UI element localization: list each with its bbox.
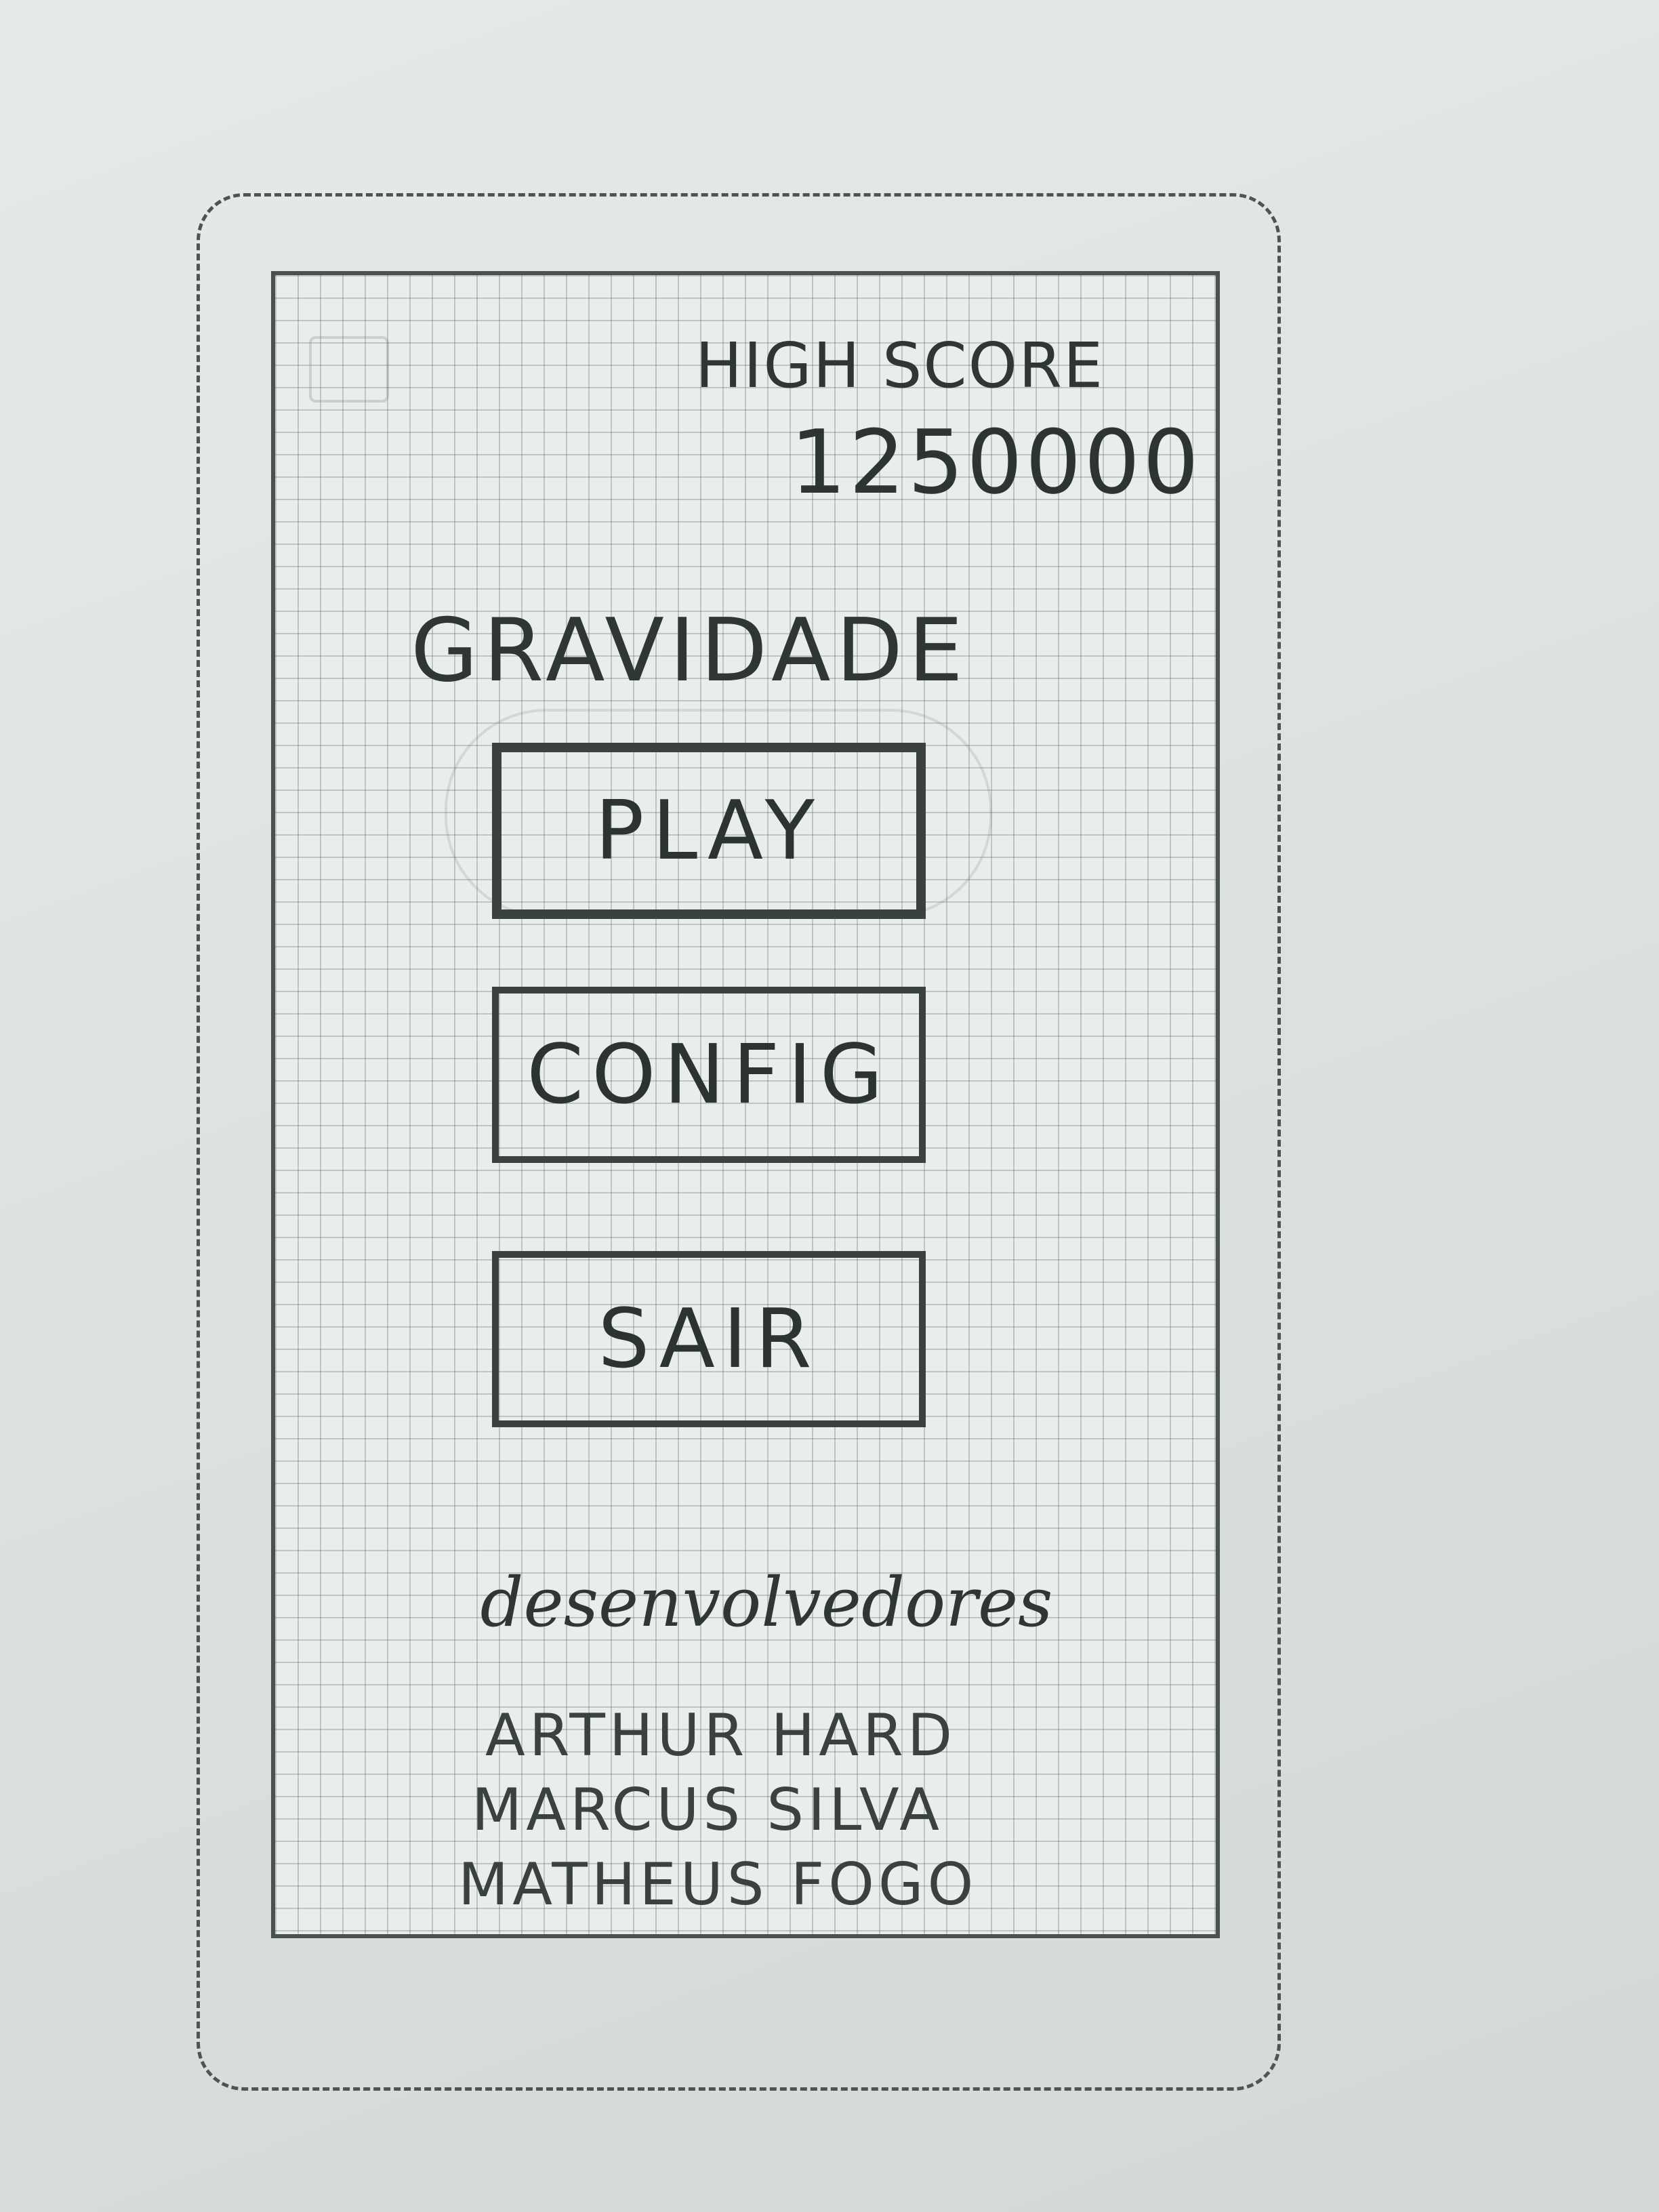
- developers-heading: desenvolvedores: [480, 1563, 1053, 1642]
- developer-name: MARCUS SILVA: [472, 1776, 944, 1844]
- config-button[interactable]: CONFIG: [492, 987, 926, 1163]
- developer-name: MATHEUS FOGO: [458, 1851, 978, 1919]
- high-score-value: 1250000: [790, 411, 1202, 514]
- high-score-label: HIGH SCORE: [695, 329, 1105, 402]
- app-screen: HIGH SCORE 1250000 GRAVIDADE PLAY CONFIG…: [271, 271, 1220, 1938]
- app-title: GRAVIDADE: [411, 600, 968, 701]
- developer-name: ARTHUR HARD: [485, 1702, 957, 1769]
- play-button[interactable]: PLAY: [492, 743, 926, 919]
- exit-button[interactable]: SAIR: [492, 1251, 926, 1427]
- developers-list: ARTHUR HARD MARCUS SILVA MATHEUS FOGO: [451, 1698, 1061, 1922]
- faint-square-icon: [309, 336, 389, 403]
